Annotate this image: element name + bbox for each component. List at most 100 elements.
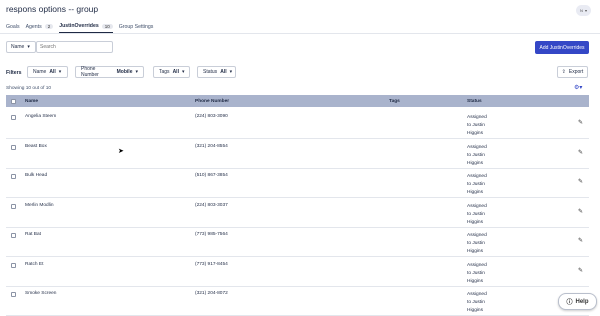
- status-line: to Justin: [467, 300, 485, 305]
- filter-value: All: [220, 69, 227, 75]
- row-name: Angelia Steem: [25, 114, 57, 119]
- row-checkbox[interactable]: [11, 115, 16, 120]
- row-status: Assigned to Justin Higgins: [467, 262, 487, 286]
- filter-name: Tags: [159, 69, 170, 75]
- filter-name: Name: [33, 69, 47, 75]
- row-name: Ratch Et: [25, 261, 44, 267]
- filter-phone-number[interactable]: Phone Number Mobile ▾: [75, 66, 144, 78]
- row-name: Beast Box: [25, 143, 47, 149]
- tab-justinoverrides[interactable]: JustinOverrides 10: [59, 23, 113, 33]
- tab-divider: [0, 33, 600, 34]
- column-header-status[interactable]: Status: [467, 99, 482, 104]
- status-line: to Justin: [467, 211, 485, 217]
- select-all-checkbox[interactable]: [11, 98, 16, 104]
- filter-name: Phone Number: [81, 66, 99, 78]
- status-line: to Justin: [467, 123, 485, 128]
- tab-label: Agents: [25, 23, 42, 30]
- row-phone: (321) 204-8072: [195, 291, 228, 296]
- status-line: Assigned: [467, 203, 487, 209]
- caret-down-icon: ▾: [181, 69, 185, 75]
- row-checkbox[interactable]: [11, 144, 16, 150]
- row-checkbox[interactable]: [11, 233, 16, 238]
- row-phone: (224) 803-3037: [195, 202, 228, 208]
- row-status: Assigned to Justin Higgins: [467, 144, 487, 168]
- gear-icon[interactable]: ⚙▾: [574, 84, 582, 91]
- status-line: Assigned: [467, 262, 487, 268]
- filter-status[interactable]: Status All ▾: [197, 66, 236, 78]
- row-name: Bulk Head: [25, 173, 48, 178]
- row-checkbox[interactable]: [11, 203, 16, 209]
- export-icon: ⇪: [561, 69, 566, 75]
- edit-pencil-icon[interactable]: ✎: [578, 178, 583, 185]
- table-row[interactable]: Smoke Screen (321) 204-8072 Assigned to Jus…: [6, 285, 589, 316]
- status-line: Higgins: [467, 308, 483, 313]
- filter-name: Status: [203, 69, 218, 75]
- search-input[interactable]: [36, 41, 113, 53]
- caret-down-icon: ▾: [229, 69, 233, 75]
- filter-tags[interactable]: Tags All ▾: [153, 66, 190, 78]
- caret-down-icon: ▾: [27, 44, 30, 50]
- tab-label: Group Settings: [118, 23, 154, 30]
- edit-pencil-icon[interactable]: ✎: [578, 267, 583, 274]
- tab-group-settings[interactable]: Group Settings: [119, 23, 154, 33]
- page-title: respons options -- group: [6, 4, 99, 14]
- table-row[interactable]: Angelia Steem (224) 803-3090 Assigned to Ju…: [6, 108, 589, 139]
- status-line: Assigned: [467, 144, 487, 150]
- tab-bar: Goals Agents 2 JustinOverrides 10 Group Setti…: [6, 23, 153, 33]
- status-line: Assigned: [467, 174, 487, 179]
- export-button[interactable]: ⇪ Export: [557, 66, 588, 78]
- table-row[interactable]: Beast Box (321) 204-8554 Assigned to Justin…: [6, 138, 589, 169]
- row-checkbox[interactable]: [11, 174, 16, 179]
- edit-pencil-icon[interactable]: ✎: [578, 237, 583, 244]
- row-name: Smoke Screen: [25, 291, 57, 296]
- add-justinoverrides-button[interactable]: Add JustinOverrides: [535, 41, 589, 54]
- avatar-initials: N: [580, 8, 583, 13]
- row-status: Assigned to Justin Higgins: [467, 114, 487, 138]
- row-name: Rat Bat: [25, 232, 41, 237]
- status-line: to Justin: [467, 152, 485, 158]
- search-field-select[interactable]: Name ▾: [6, 41, 36, 53]
- table-row[interactable]: Bulk Head (510) 867-3854 Assigned to Justin…: [6, 167, 589, 198]
- tab-label: JustinOverrides: [59, 23, 99, 29]
- edit-pencil-icon[interactable]: ✎: [578, 208, 583, 215]
- mouse-cursor: ➤: [118, 148, 124, 155]
- row-phone: (224) 803-3090: [195, 114, 228, 119]
- status-line: to Justin: [467, 182, 485, 187]
- status-line: to Justin: [467, 270, 485, 276]
- row-status: Assigned to Justin Higgins: [467, 173, 487, 197]
- row-checkbox[interactable]: [11, 292, 16, 297]
- status-line: Assigned: [467, 115, 487, 120]
- filter-name[interactable]: Name All ▾: [27, 66, 68, 78]
- filter-value: All: [49, 69, 56, 75]
- edit-pencil-icon[interactable]: ✎: [578, 119, 583, 126]
- row-phone: (510) 867-3854: [195, 173, 228, 178]
- column-header-name[interactable]: Name: [25, 99, 38, 104]
- tab-goals[interactable]: Goals: [6, 23, 20, 33]
- column-header-tags[interactable]: Tags: [389, 99, 400, 104]
- status-line: to Justin: [467, 241, 485, 246]
- row-status: Assigned to Justin Higgins: [467, 203, 487, 227]
- status-line: Assigned: [467, 292, 487, 297]
- export-label: Export: [568, 69, 584, 75]
- row-status: Assigned to Justin Higgins: [467, 232, 487, 256]
- row-name: Merlin Modlin: [25, 202, 54, 208]
- row-status: Assigned to Justin Higgins: [467, 291, 487, 315]
- edit-pencil-icon[interactable]: ✎: [578, 149, 583, 156]
- status-line: Assigned: [467, 233, 487, 238]
- tab-count-badge: 10: [101, 23, 113, 29]
- results-count: Showing 10 out of 10: [6, 86, 52, 91]
- user-avatar[interactable]: N ▾: [576, 5, 591, 16]
- row-phone: (773) 985-7564: [195, 232, 228, 237]
- table-row[interactable]: Merlin Modlin (224) 803-3037 Assigned to Ju…: [6, 197, 589, 228]
- tab-agents[interactable]: Agents 2: [26, 23, 54, 33]
- table-row[interactable]: Rat Bat (773) 985-7564 Assigned to Justin Hi…: [6, 226, 589, 257]
- help-button[interactable]: ⓘ Help: [558, 293, 597, 310]
- help-label: Help: [575, 298, 589, 305]
- search-field-select-label: Name: [11, 44, 25, 50]
- tab-label: Goals: [6, 23, 20, 30]
- table-header: Name Phone Number Tags Status: [6, 95, 589, 107]
- filter-value: All: [172, 69, 179, 75]
- column-header-phone[interactable]: Phone Number: [195, 99, 229, 104]
- table-row[interactable]: Ratch Et (773) 917-8454 Assigned to Justin H…: [6, 256, 589, 287]
- row-checkbox[interactable]: [11, 262, 16, 268]
